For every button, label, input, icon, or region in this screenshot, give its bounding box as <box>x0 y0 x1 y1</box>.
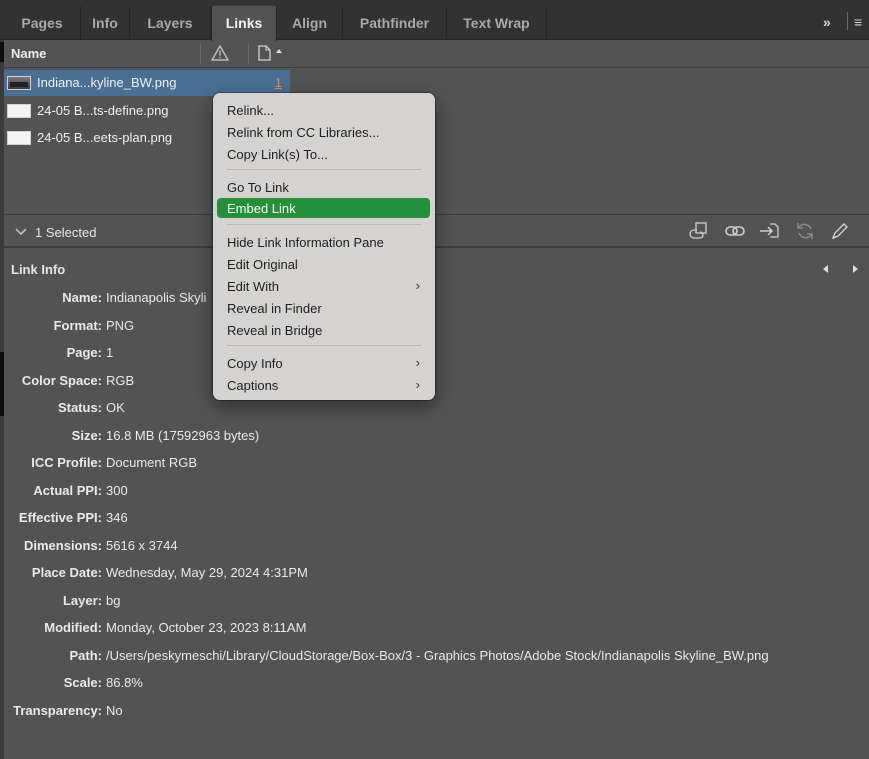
tab-text-wrap[interactable]: Text Wrap <box>447 6 547 40</box>
info-row: ICC Profile: Document RGB <box>0 455 869 475</box>
tab-links[interactable]: Links <box>211 5 277 41</box>
info-label: ICC Profile: <box>31 455 102 470</box>
column-divider <box>248 44 249 64</box>
info-row: Status: OK <box>0 400 869 420</box>
selection-count: 1 Selected <box>35 225 97 240</box>
info-row: Actual PPI: 300 <box>0 483 869 503</box>
tab-info[interactable]: Info <box>81 6 130 40</box>
info-row: Scale: 86.8% <box>0 675 869 695</box>
menu-separator <box>227 345 421 346</box>
info-value: bg <box>106 593 121 608</box>
info-row: Size: 16.8 MB (17592963 bytes) <box>0 428 869 448</box>
previous-arrow-icon[interactable] <box>821 264 831 274</box>
context-menu: Relink... Relink from CC Libraries... Co… <box>213 93 435 400</box>
go-to-link-icon[interactable] <box>758 221 780 241</box>
page-sort-icon[interactable] <box>258 45 288 61</box>
panel-tab-bar: Pages Info Layers Links Align Pathfinder… <box>0 0 869 41</box>
link-info-heading: Link Info <box>11 262 66 277</box>
menu-item-embed-link[interactable]: Embed Link <box>217 198 430 218</box>
name-column-header[interactable]: Name <box>11 46 46 61</box>
menu-item-copy-info[interactable]: Copy Info › <box>217 353 430 373</box>
image-thumbnail <box>7 76 31 90</box>
chevron-down-icon[interactable] <box>15 227 27 237</box>
info-label: Actual PPI: <box>33 483 102 498</box>
info-row: Layer: bg <box>0 593 869 613</box>
info-label: Name: <box>62 290 102 305</box>
relink-from-cc-icon[interactable] <box>687 221 709 241</box>
menu-item-go-to-link[interactable]: Go To Link <box>217 177 430 197</box>
info-value: Indianapolis Skyli <box>106 290 207 305</box>
info-label: Transparency: <box>13 703 102 718</box>
edit-original-icon[interactable] <box>829 221 851 241</box>
menu-separator <box>227 224 421 225</box>
tab-align[interactable]: Align <box>277 6 343 40</box>
links-column-header: Name <box>4 40 869 68</box>
link-name: 24-05 B...ts-define.png <box>37 103 169 118</box>
info-label: Format: <box>53 318 102 333</box>
info-value: 346 <box>106 510 128 525</box>
info-value: 86.8% <box>106 675 143 690</box>
info-label: Size: <box>71 428 102 443</box>
panel-menu-icon[interactable]: ≡ <box>854 14 862 30</box>
menu-item-copy-links-to[interactable]: Copy Link(s) To... <box>217 144 430 164</box>
info-row: Dimensions: 5616 x 3744 <box>0 538 869 558</box>
tab-divider <box>847 12 848 30</box>
info-label: Color Space: <box>21 373 102 388</box>
info-value: OK <box>106 400 125 415</box>
info-value: No <box>106 703 123 718</box>
info-row: Path:/Users/peskymeschi/Library/CloudSto… <box>0 648 869 668</box>
warning-icon[interactable] <box>211 45 229 61</box>
info-label: Place Date: <box>31 565 102 580</box>
info-row: Effective PPI: 346 <box>0 510 869 530</box>
info-label: Path: <box>69 648 103 663</box>
relink-icon[interactable] <box>724 221 746 241</box>
tab-pathfinder[interactable]: Pathfinder <box>343 6 447 40</box>
menu-item-edit-with[interactable]: Edit With › <box>217 276 430 296</box>
menu-item-edit-original[interactable]: Edit Original <box>217 254 430 274</box>
menu-item-relink[interactable]: Relink... <box>217 100 430 120</box>
info-value: Monday, October 23, 2023 8:11AM <box>106 620 307 635</box>
info-label: Status: <box>57 400 102 415</box>
info-value: RGB <box>106 373 135 388</box>
menu-item-relink-from-cc-libraries[interactable]: Relink from CC Libraries... <box>217 122 430 142</box>
update-link-icon[interactable] <box>794 221 816 241</box>
info-row: Transparency: No <box>0 703 869 723</box>
info-value: 5616 x 3744 <box>106 538 178 553</box>
column-divider <box>200 44 201 64</box>
info-label: Effective PPI: <box>18 510 102 525</box>
submenu-arrow-icon: › <box>415 377 420 392</box>
info-label: Scale: <box>63 675 102 690</box>
menu-item-captions[interactable]: Captions › <box>217 375 430 395</box>
menu-item-reveal-in-finder[interactable]: Reveal in Finder <box>217 298 430 318</box>
tab-layers[interactable]: Layers <box>130 6 211 40</box>
selection-bar: 1 Selected <box>4 214 869 248</box>
menu-item-reveal-in-bridge[interactable]: Reveal in Bridge <box>217 320 430 340</box>
page-number-link[interactable]: 1 <box>275 75 282 90</box>
image-thumbnail <box>7 131 31 145</box>
info-value: Document RGB <box>106 455 198 470</box>
info-value: 1 <box>106 345 114 360</box>
info-label: Modified: <box>44 620 102 635</box>
next-arrow-icon[interactable] <box>850 264 860 274</box>
info-label: Dimensions: <box>23 538 102 553</box>
link-name: 24-05 B...eets-plan.png <box>37 130 173 145</box>
info-value: /Users/peskymeschi/Library/CloudStorage/… <box>106 648 769 663</box>
info-label: Layer: <box>62 593 102 608</box>
info-row: Modified: Monday, October 23, 2023 8:11AM <box>0 620 869 640</box>
expand-panels-icon[interactable]: » <box>823 14 831 30</box>
submenu-arrow-icon: › <box>415 278 420 293</box>
submenu-arrow-icon: › <box>415 355 420 370</box>
menu-separator <box>227 169 421 170</box>
info-value: 300 <box>106 483 128 498</box>
image-thumbnail <box>7 104 31 118</box>
tab-pages[interactable]: Pages <box>4 6 81 40</box>
info-value: Wednesday, May 29, 2024 4:31PM <box>106 565 308 580</box>
menu-item-hide-link-information-pane[interactable]: Hide Link Information Pane <box>217 232 430 252</box>
link-name: Indiana...kyline_BW.png <box>37 75 177 90</box>
info-row: Place Date: Wednesday, May 29, 2024 4:31P… <box>0 565 869 585</box>
info-label: Page: <box>66 345 102 360</box>
info-value: 16.8 MB (17592963 bytes) <box>106 428 260 443</box>
info-value: PNG <box>106 318 135 333</box>
